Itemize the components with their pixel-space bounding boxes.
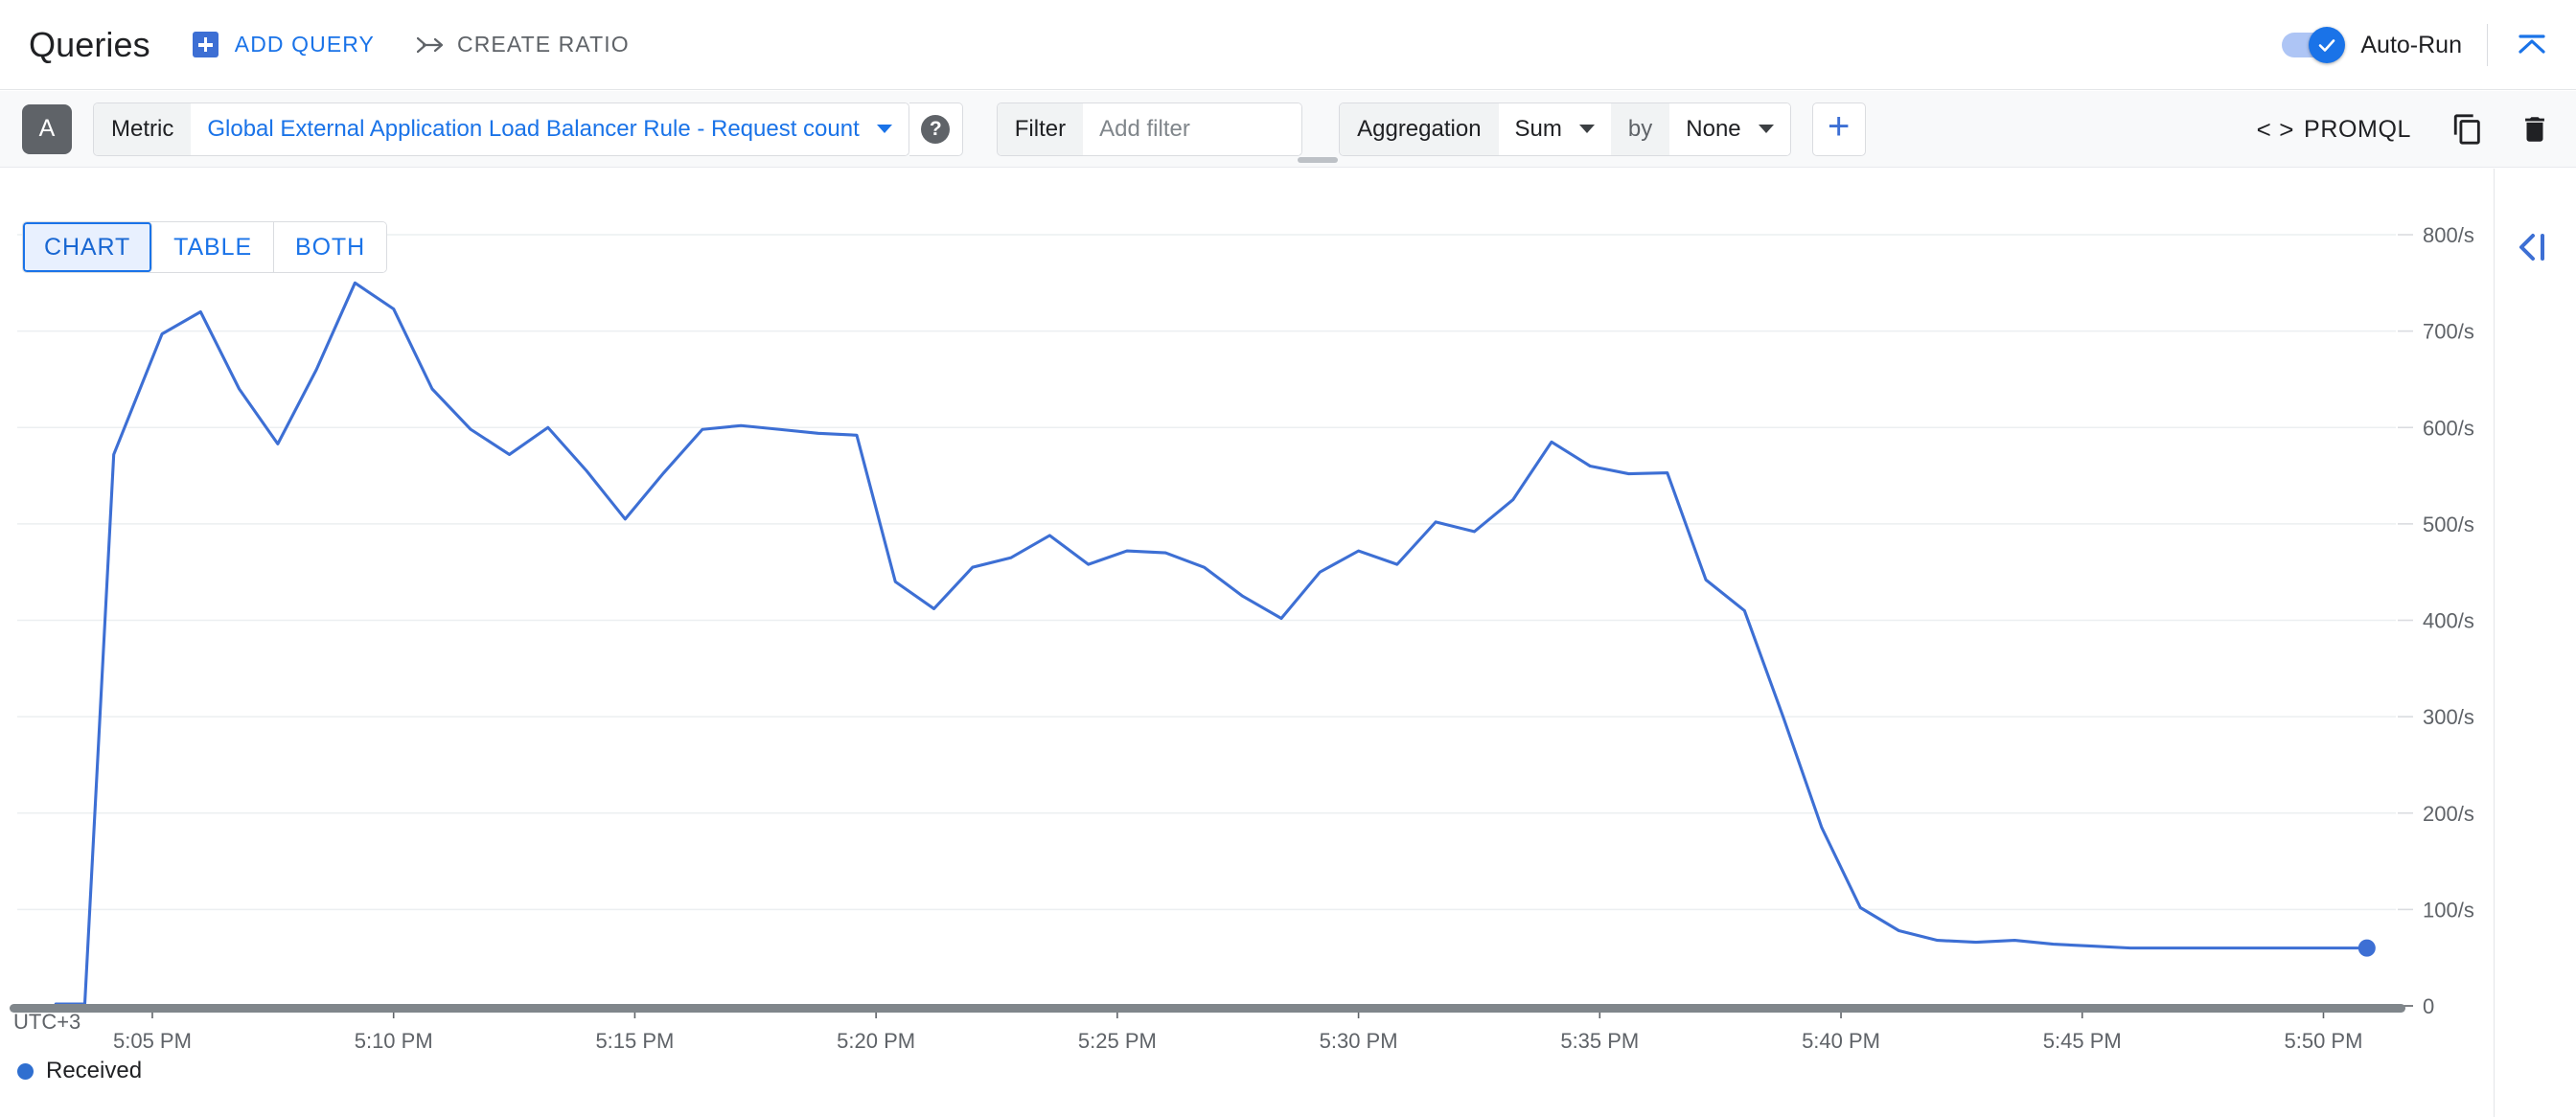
code-brackets-icon: < > (2256, 114, 2295, 144)
y-tick-label: 200/s (2423, 802, 2474, 826)
plus-icon: + (1827, 105, 1851, 148)
group-by-label: by (1610, 103, 1670, 155)
request-count-line-chart[interactable]: 0 100/s 200/s 300/s 400/s 500/s 600/s 700/s 800/… (0, 169, 2494, 1117)
x-tick-label: 5:40 PM (1802, 1029, 1880, 1053)
x-tick-label: 5:30 PM (1320, 1029, 1398, 1053)
x-tick-label: 5:05 PM (113, 1029, 192, 1053)
aggregation-group: Aggregation Sum by None (1339, 102, 1791, 156)
toggle-knob (2309, 27, 2346, 63)
metric-value-text: Global External Application Load Balance… (207, 115, 860, 142)
aggregation-value-text: Sum (1514, 115, 1562, 142)
filter-input[interactable]: Add filter (1083, 103, 1302, 155)
copy-icon[interactable] (2451, 113, 2484, 146)
chart-series-layer (54, 281, 2376, 1006)
chart-horizontal-scrollbar[interactable] (10, 1004, 2405, 1013)
y-tick-label: 100/s (2423, 898, 2474, 922)
metric-help-button[interactable]: ? (908, 102, 963, 156)
series-end-point-marker (2358, 939, 2376, 957)
x-tick-label: 5:45 PM (2043, 1029, 2122, 1053)
auto-run-label: Auto-Run (2360, 31, 2462, 58)
chart-legend[interactable]: Received (17, 1058, 142, 1084)
auto-run-toggle[interactable] (2282, 27, 2346, 63)
y-tick-label: 400/s (2423, 609, 2474, 633)
legend-series-name: Received (46, 1058, 143, 1083)
filter-group: Filter Add filter (996, 102, 1303, 156)
series-line-received (54, 281, 2369, 1006)
y-tick-label: 800/s (2423, 223, 2474, 247)
x-axis-ticks: 5:05 PM 5:10 PM 5:15 PM 5:20 PM 5:25 PM 5:30 … (17, 1005, 2396, 1053)
right-side-rail (2494, 169, 2576, 1117)
metric-value-dropdown[interactable]: Global External Application Load Balance… (191, 103, 908, 155)
x-tick-label: 5:50 PM (2285, 1029, 2363, 1053)
aggregation-value-dropdown[interactable]: Sum (1498, 103, 1611, 155)
header-right-controls: Auto-Run (2282, 0, 2551, 90)
chevron-down-icon (1578, 125, 1595, 133)
metric-selector-group: Metric Global External Application Load … (93, 102, 909, 156)
add-query-label: ADD QUERY (234, 32, 375, 57)
y-tick-label: 700/s (2423, 320, 2474, 344)
header-divider (2487, 24, 2488, 66)
chart-panel: CHART TABLE BOTH 0 100/s 200/s 300/s 400/s 50… (0, 169, 2494, 1117)
x-tick-label: 5:10 PM (355, 1029, 433, 1053)
group-by-dropdown[interactable]: None (1669, 103, 1790, 155)
query-letter-badge[interactable]: A (22, 103, 72, 154)
query-editor-row: A Metric Global External Application Loa… (0, 91, 2576, 168)
legend-color-swatch (17, 1062, 34, 1080)
tab-chart[interactable]: CHART (23, 222, 153, 272)
help-circle-icon: ? (921, 114, 951, 144)
metric-field-label: Metric (94, 103, 192, 155)
collapse-panel-left-icon[interactable] (2512, 228, 2556, 266)
page-title: Queries (29, 24, 150, 64)
add-aggregation-button[interactable]: + (1811, 102, 1866, 156)
x-tick-label: 5:25 PM (1078, 1029, 1157, 1053)
chevron-down-icon (1758, 125, 1774, 133)
queries-header: Queries ADD QUERY CREATE RATIO Auto-Run (0, 0, 2576, 90)
create-ratio-button[interactable]: CREATE RATIO (417, 32, 630, 57)
y-tick-label: 300/s (2423, 705, 2474, 729)
timezone-label: UTC+3 (13, 1010, 80, 1034)
collapse-up-icon[interactable] (2513, 29, 2551, 61)
filter-field-label: Filter (997, 103, 1084, 155)
view-mode-tabs: CHART TABLE BOTH (22, 221, 388, 273)
panel-resize-handle[interactable] (1298, 157, 1338, 163)
add-query-button[interactable]: ADD QUERY (192, 32, 375, 57)
promql-label: PROMQL (2304, 115, 2411, 143)
promql-button[interactable]: < > PROMQL (2251, 114, 2417, 146)
ratio-arrow-icon (417, 36, 444, 53)
aggregation-field-label: Aggregation (1340, 103, 1499, 155)
chart-gridlines (17, 234, 2396, 911)
y-tick-label: 0 (2423, 994, 2434, 1018)
trash-icon[interactable] (2518, 113, 2551, 146)
check-icon (2319, 39, 2335, 52)
x-tick-label: 5:20 PM (837, 1029, 915, 1053)
group-by-value-text: None (1686, 115, 1741, 142)
y-tick-label: 500/s (2423, 513, 2474, 536)
tab-table[interactable]: TABLE (152, 222, 275, 272)
y-axis-ticks: 0 100/s 200/s 300/s 400/s 500/s 600/s 700/s 800/… (2398, 223, 2474, 1018)
y-tick-label: 600/s (2423, 416, 2474, 440)
x-tick-label: 5:15 PM (595, 1029, 674, 1053)
chevron-down-icon (876, 125, 892, 133)
x-tick-label: 5:35 PM (1560, 1029, 1639, 1053)
plus-square-icon (192, 32, 218, 57)
query-row-actions: < > PROMQL (2251, 91, 2551, 168)
tab-both[interactable]: BOTH (274, 222, 387, 272)
create-ratio-label: CREATE RATIO (457, 32, 630, 57)
